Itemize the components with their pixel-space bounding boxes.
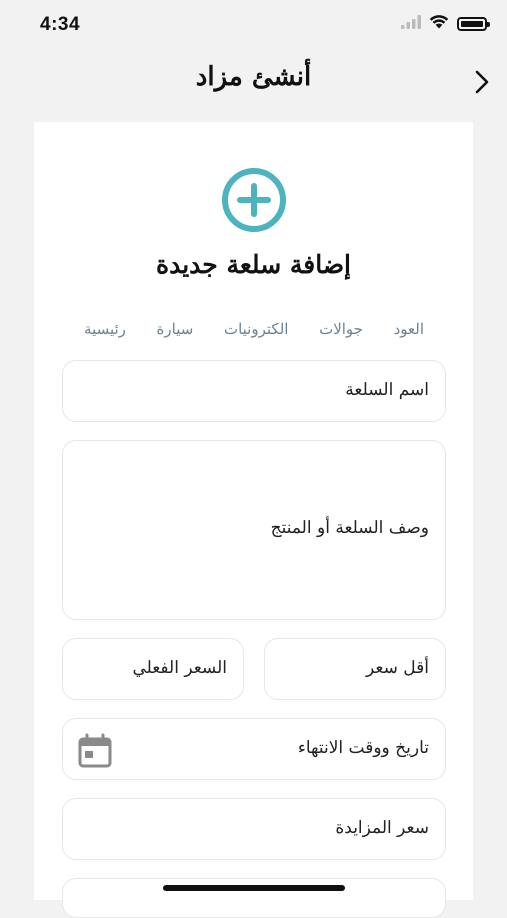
category-tab-oud[interactable]: العود: [394, 320, 424, 338]
header: أنشئ مزاد: [0, 60, 507, 106]
item-name-field[interactable]: اسم السلعة: [62, 360, 446, 422]
signal-icon: [401, 14, 421, 33]
description-placeholder: وصف السلعة أو المنتج: [270, 518, 429, 538]
status-time: 4:34: [40, 14, 81, 35]
category-tab-electronics[interactable]: الكترونيات: [224, 320, 288, 338]
min-price-placeholder: أقل سعر: [366, 658, 429, 678]
form-title: إضافة سلعة جديدة: [156, 250, 351, 279]
add-circle-icon[interactable]: [220, 166, 288, 234]
min-price-field[interactable]: أقل سعر: [264, 638, 446, 700]
status-bar: 4:34: [0, 0, 507, 52]
actual-price-placeholder: السعر الفعلي: [132, 658, 227, 678]
next-field[interactable]: [62, 878, 446, 918]
bid-price-field[interactable]: سعر المزايدة: [62, 798, 446, 860]
item-name-placeholder: اسم السلعة: [345, 380, 429, 400]
home-indicator: [163, 885, 345, 891]
wifi-icon: [429, 14, 449, 33]
status-icons: [401, 14, 490, 33]
form-card: إضافة سلعة جديدة رئيسية سيارة الكترونيات…: [34, 122, 473, 918]
end-datetime-placeholder: تاريخ ووقت الانتهاء: [297, 738, 429, 758]
category-tab-car[interactable]: سيارة: [157, 320, 194, 338]
back-button[interactable]: [467, 64, 497, 100]
bid-price-placeholder: سعر المزايدة: [335, 818, 429, 838]
category-tab-main[interactable]: رئيسية: [84, 320, 126, 338]
battery-icon: [457, 16, 490, 31]
category-tabs: رئيسية سيارة الكترونيات جوالات العود: [84, 320, 424, 338]
actual-price-field[interactable]: السعر الفعلي: [62, 638, 244, 700]
page-title: أنشئ مزاد: [195, 62, 312, 92]
chevron-icon: [475, 70, 489, 94]
calendar-icon[interactable]: [77, 733, 113, 769]
category-tab-phones[interactable]: جوالات: [319, 320, 363, 338]
end-datetime-field[interactable]: تاريخ ووقت الانتهاء: [62, 718, 446, 780]
description-field[interactable]: وصف السلعة أو المنتج: [62, 440, 446, 620]
